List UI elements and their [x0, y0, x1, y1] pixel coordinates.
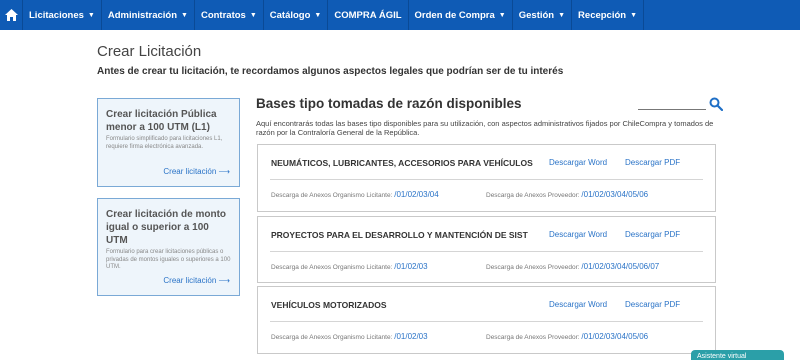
- nav-label: Administración: [107, 9, 178, 21]
- annex-links[interactable]: /01/02/03/04/05/06: [581, 332, 648, 341]
- annex-label: Descarga de Anexos Organismo Licitante:: [271, 192, 393, 199]
- bases-item-name: NEUMÁTICOS, LUBRICANTES, ACCESORIOS PARA…: [271, 158, 533, 168]
- bases-item: VEHÍCULOS MOTORIZADOS Descargar Word Des…: [257, 286, 716, 354]
- create-licitacion-link[interactable]: Crear licitación ⟶: [163, 276, 230, 285]
- proveedor-annexes: Descarga de Anexos Proveedor: /01/02/03/…: [486, 332, 648, 341]
- create-100utm-card[interactable]: Crear licitación de monto igual o superi…: [97, 198, 240, 296]
- organismo-annexes: Descarga de Anexos Organismo Licitante: …: [271, 332, 428, 341]
- chevron-down-icon: ▼: [630, 11, 638, 19]
- annex-links[interactable]: /01/02/03/04: [394, 190, 438, 199]
- download-word-link[interactable]: Descargar Word: [549, 230, 607, 239]
- page-title: Crear Licitación: [97, 43, 202, 60]
- chevron-down-icon: ▼: [249, 11, 257, 19]
- bases-title: Bases tipo tomadas de razón disponibles: [256, 96, 522, 111]
- annex-label: Descarga de Anexos Organismo Licitante:: [271, 264, 393, 271]
- nav-orden-de-compra[interactable]: Orden de Compra ▼: [407, 0, 512, 30]
- nav-licitaciones[interactable]: Licitaciones ▼: [22, 0, 101, 30]
- chevron-down-icon: ▼: [181, 11, 188, 19]
- chevron-down-icon: ▼: [558, 11, 566, 19]
- organismo-annexes: Descarga de Anexos Organismo Licitante: …: [271, 262, 428, 271]
- nav-catalogo[interactable]: Catálogo ▼: [262, 0, 328, 30]
- download-pdf-link[interactable]: Descargar PDF: [625, 158, 680, 167]
- annex-links[interactable]: /01/02/03: [394, 262, 427, 271]
- annex-label: Descarga de Anexos Proveedor:: [486, 192, 580, 199]
- bases-item-name: VEHÍCULOS MOTORIZADOS: [271, 300, 387, 310]
- nav-administracion[interactable]: Administración ▼: [100, 0, 194, 30]
- bases-item: NEUMÁTICOS, LUBRICANTES, ACCESORIOS PARA…: [257, 144, 716, 212]
- annex-links[interactable]: /01/02/03/04/05/06: [581, 190, 648, 199]
- nav-label: Gestión: [518, 9, 555, 21]
- card-description: Formulario simplificado para licitacione…: [106, 136, 223, 150]
- annex-label: Descarga de Anexos Proveedor:: [486, 264, 580, 271]
- proveedor-annexes: Descarga de Anexos Proveedor: /01/02/03/…: [486, 190, 648, 199]
- download-word-link[interactable]: Descargar Word: [549, 300, 607, 309]
- chevron-down-icon: ▼: [498, 11, 506, 19]
- search-icon[interactable]: [709, 97, 724, 112]
- download-pdf-link[interactable]: Descargar PDF: [625, 300, 680, 309]
- download-word-link[interactable]: Descargar Word: [549, 158, 607, 167]
- divider: [270, 179, 703, 180]
- bases-item-name: PROYECTOS PARA EL DESARROLLO Y MANTENCIÓ…: [271, 230, 528, 240]
- create-licitacion-link[interactable]: Crear licitación ⟶: [163, 167, 230, 176]
- nav-compra-agil[interactable]: COMPRA ÁGIL: [327, 0, 407, 30]
- bases-description: Aquí encontrarás todas las bases tipo di…: [256, 119, 714, 137]
- nav-label: Orden de Compra: [414, 9, 495, 21]
- top-nav: Licitaciones ▼ Administración ▼ Contratos ▼…: [0, 0, 800, 30]
- nav-label: Catálogo: [269, 9, 311, 21]
- divider: [270, 251, 703, 252]
- page-subtitle: Antes de crear tu licitación, te recorda…: [97, 66, 564, 77]
- annex-links[interactable]: /01/02/03: [394, 332, 427, 341]
- virtual-assistant-button[interactable]: Asistente virtual: [691, 350, 784, 360]
- proveedor-annexes: Descarga de Anexos Proveedor: /01/02/03/…: [486, 262, 659, 271]
- organismo-annexes: Descarga de Anexos Organismo Licitante: …: [271, 190, 439, 199]
- search-input[interactable]: [638, 98, 706, 110]
- nav-label: Recepción: [578, 9, 627, 21]
- annex-links[interactable]: /01/02/03/04/05/06/07: [581, 262, 659, 271]
- nav-gestion[interactable]: Gestión ▼: [511, 0, 571, 30]
- nav-contratos[interactable]: Contratos ▼: [193, 0, 263, 30]
- nav-label: COMPRA ÁGIL: [334, 9, 402, 21]
- create-l1-card[interactable]: Crear licitación Pública menor a 100 UTM…: [97, 98, 240, 187]
- annex-label: Descarga de Anexos Proveedor:: [486, 334, 580, 341]
- chevron-down-icon: ▼: [314, 11, 322, 19]
- card-title: Crear licitación de monto igual o superi…: [106, 209, 227, 246]
- nav-label: Licitaciones: [29, 9, 84, 21]
- home-icon[interactable]: [0, 0, 22, 30]
- chevron-down-icon: ▼: [87, 11, 95, 19]
- divider: [270, 321, 703, 322]
- bases-item: PROYECTOS PARA EL DESARROLLO Y MANTENCIÓ…: [257, 216, 716, 283]
- download-pdf-link[interactable]: Descargar PDF: [625, 230, 680, 239]
- nav-recepcion[interactable]: Recepción ▼: [571, 0, 645, 30]
- nav-label: Contratos: [200, 9, 246, 21]
- annex-label: Descarga de Anexos Organismo Licitante:: [271, 334, 393, 341]
- card-description: Formulario para crear licitaciones públi…: [106, 249, 231, 270]
- card-title: Crear licitación Pública menor a 100 UTM…: [106, 109, 217, 133]
